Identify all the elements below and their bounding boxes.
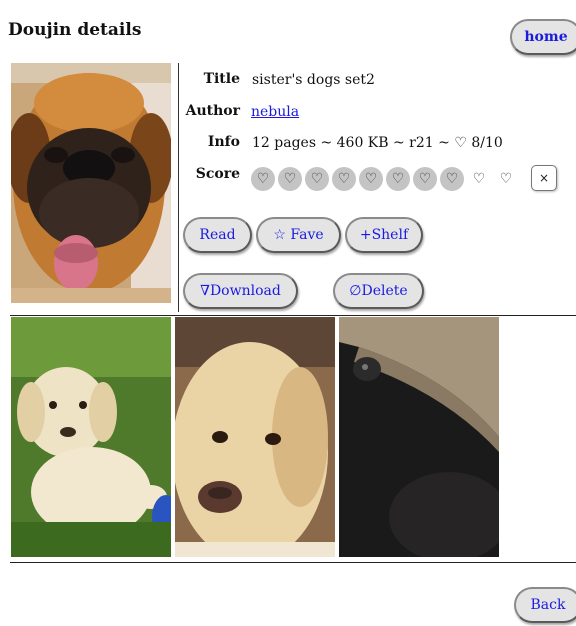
score-label: Score xyxy=(195,166,240,182)
info-label: Info xyxy=(207,134,240,150)
fave-button[interactable]: ☆ Fave xyxy=(256,217,341,253)
page-thumbnail[interactable] xyxy=(339,317,499,557)
score-heart-filled-icon[interactable]: ♡ xyxy=(386,167,410,191)
bottom-divider xyxy=(10,562,576,563)
back-button[interactable]: Back xyxy=(514,587,576,623)
score-heart-filled-icon[interactable]: ♡ xyxy=(305,167,329,191)
clear-score-button[interactable]: × xyxy=(531,165,557,191)
shelf-button[interactable]: +Shelf xyxy=(345,217,423,253)
score-heart-filled-icon[interactable]: ♡ xyxy=(440,167,464,191)
download-button[interactable]: ∇Download xyxy=(183,273,298,309)
delete-button[interactable]: ∅Delete xyxy=(333,273,424,309)
score-heart-filled-icon[interactable]: ♡ xyxy=(359,167,383,191)
title-label: Title xyxy=(203,71,240,87)
info-value: 12 pages ~ 460 KB ~ r21 ~ ♡ 8/10 xyxy=(252,135,503,151)
vertical-divider xyxy=(178,63,179,312)
score-heart-filled-icon[interactable]: ♡ xyxy=(251,167,275,191)
cover-image[interactable] xyxy=(11,63,171,303)
author-label: Author xyxy=(185,103,240,119)
score-heart-empty-icon[interactable]: ♡ xyxy=(494,167,518,191)
author-link[interactable]: nebula xyxy=(251,104,299,120)
page-title: Doujin details xyxy=(8,20,142,40)
page-thumbnail[interactable] xyxy=(175,317,335,557)
title-value: sister's dogs set2 xyxy=(252,72,375,88)
score-heart-empty-icon[interactable]: ♡ xyxy=(467,167,491,191)
page-thumbnail[interactable] xyxy=(11,317,171,557)
score-heart-filled-icon[interactable]: ♡ xyxy=(332,167,356,191)
score-heart-filled-icon[interactable]: ♡ xyxy=(413,167,437,191)
home-button[interactable]: home xyxy=(510,19,576,55)
read-button[interactable]: Read xyxy=(183,217,252,253)
score-heart-filled-icon[interactable]: ♡ xyxy=(278,167,302,191)
top-divider xyxy=(10,315,576,316)
